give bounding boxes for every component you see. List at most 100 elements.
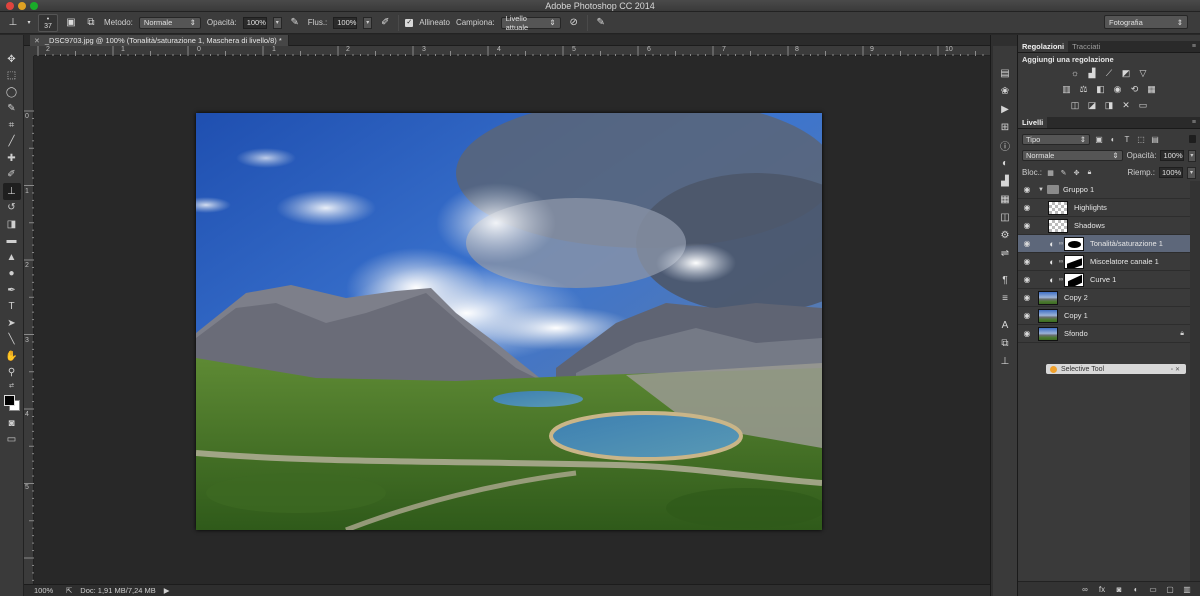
hue-saturation-icon[interactable]: ▥	[1061, 83, 1073, 95]
layer-opacity-input[interactable]: 100%	[1160, 150, 1184, 161]
panel-menu-icon[interactable]: ≡	[1192, 43, 1196, 50]
blend-mode-select[interactable]: Normale ⇕	[1022, 150, 1123, 161]
color-lookup-icon[interactable]: ▦	[1146, 83, 1158, 95]
layer-mask-thumbnail[interactable]	[1064, 272, 1084, 287]
smart-object-filter-icon[interactable]: ▤	[1150, 134, 1160, 144]
properties-panel-icon[interactable]: ⇌	[996, 246, 1014, 261]
clone-source-panel-icon[interactable]: ⊥	[996, 354, 1014, 369]
lasso-tool-icon[interactable]: ◯	[3, 84, 21, 101]
panel-menu-icon[interactable]: ≡	[1192, 119, 1196, 126]
hand-tool-icon[interactable]: ✋	[3, 348, 21, 365]
history-brush-tool-icon[interactable]: ↺	[3, 200, 21, 217]
workspace-select[interactable]: Fotografia ⇕	[1104, 15, 1188, 29]
zoom-tool-icon[interactable]: ⚲	[3, 365, 21, 382]
styles-panel-icon[interactable]: ◫	[996, 210, 1014, 225]
curves-icon[interactable]: ⟋	[1103, 67, 1115, 79]
shape-filter-icon[interactable]: ⬚	[1136, 134, 1146, 144]
layer-filter-select[interactable]: Tipo ⇕	[1022, 133, 1090, 145]
opacity-slider-toggle[interactable]: ▾	[272, 16, 282, 29]
default-colors-icon[interactable]: ⇄	[3, 381, 21, 389]
chevron-down-icon[interactable]: ▾	[26, 16, 32, 30]
brush-panel-icon[interactable]: ▣	[64, 16, 78, 30]
clone-stamp-tool-icon[interactable]: ⊥	[2, 183, 21, 200]
channels-panel-icon[interactable]: ≡	[996, 291, 1014, 306]
ruler-origin[interactable]	[24, 46, 34, 56]
eye-icon[interactable]: ◉	[1022, 185, 1032, 195]
layer-row-group-1[interactable]: ◉ ▼ Gruppo 1	[1018, 181, 1190, 199]
pressure-size-icon[interactable]: ✎	[594, 16, 608, 30]
horizontal-ruler[interactable]: 2 1 0 1 2 3 4 5 6 7 8 9 10	[34, 46, 990, 56]
document-image[interactable]	[196, 113, 822, 530]
move-tool-icon[interactable]: ✥	[3, 51, 21, 68]
brush-size-picker[interactable]: • 37	[38, 13, 58, 32]
flow-slider-toggle[interactable]: ▾	[363, 16, 373, 29]
paragraph-panel-icon[interactable]: ¶	[996, 273, 1014, 288]
eye-icon[interactable]: ◉	[1022, 311, 1032, 321]
pressure-opacity-icon[interactable]: ✎	[288, 16, 302, 30]
gradient-map-icon[interactable]: ▭	[1137, 99, 1149, 111]
tab-adjustments[interactable]: Regolazioni	[1018, 41, 1069, 52]
layer-row-hue-saturation[interactable]: ◉ ◐ ∞ Tonalità/saturazione 1	[1018, 235, 1190, 253]
delete-layer-icon[interactable]: ▥	[1182, 584, 1192, 594]
pen-tool-icon[interactable]: ✒	[3, 282, 21, 299]
swatches-panel-icon[interactable]: ▦	[996, 192, 1014, 207]
filter-toggle[interactable]	[1189, 135, 1196, 143]
layer-row-background[interactable]: ◉ Sfondo 🔒︎	[1018, 325, 1190, 343]
ignore-adjustment-layers-icon[interactable]: ⊘	[567, 16, 581, 30]
add-mask-icon[interactable]: ◙	[1114, 584, 1124, 594]
new-group-icon[interactable]: ▭	[1148, 584, 1158, 594]
close-icon[interactable]: ✕	[34, 37, 40, 45]
document-tab[interactable]: ✕ _DSC9703.jpg @ 100% (Tonalità/saturazi…	[30, 35, 289, 46]
link-layers-icon[interactable]: ∞	[1080, 584, 1090, 594]
clone-stamp-tool-preset-icon[interactable]: ⊥	[6, 16, 20, 30]
fill-input[interactable]: 100%	[1159, 167, 1183, 178]
color-panel-icon[interactable]: ❀	[996, 84, 1014, 99]
adjustment-filter-icon[interactable]: ◐	[1108, 134, 1118, 144]
crop-tool-icon[interactable]: ⌗	[3, 117, 21, 134]
navigator-panel-icon[interactable]: ◐	[996, 156, 1014, 171]
eye-icon[interactable]: ◉	[1022, 275, 1032, 285]
layer-row-copy-2[interactable]: ◉ Copy 2	[1018, 289, 1190, 307]
eye-icon[interactable]: ◉	[1022, 221, 1032, 231]
vibrance-icon[interactable]: ▽	[1137, 67, 1149, 79]
layer-style-icon[interactable]: fx	[1097, 584, 1107, 594]
fill-slider-toggle[interactable]: ▾	[1187, 166, 1196, 179]
layer-comps-panel-icon[interactable]: ⧉	[996, 336, 1014, 351]
layer-opacity-slider-toggle[interactable]: ▾	[1187, 149, 1196, 162]
quick-mask-icon[interactable]: ◙	[3, 415, 21, 432]
foreground-color-swatch[interactable]	[3, 395, 15, 406]
path-selection-tool-icon[interactable]: ➤	[3, 315, 21, 332]
selective-color-icon[interactable]: ✕	[1120, 99, 1132, 111]
gradient-tool-icon[interactable]: ▬	[3, 233, 21, 250]
airbrush-icon[interactable]: ✐	[378, 16, 392, 30]
eye-icon[interactable]: ◉	[1022, 203, 1032, 213]
clone-source-panel-icon[interactable]: ⧉	[84, 16, 98, 30]
lock-position-icon[interactable]: ✥	[1072, 168, 1081, 177]
type-filter-icon[interactable]: T	[1122, 134, 1132, 144]
eye-icon[interactable]: ◉	[1022, 239, 1032, 249]
dodge-tool-icon[interactable]: ●	[3, 266, 21, 283]
eyedropper-tool-icon[interactable]: ╱	[3, 134, 21, 151]
posterize-icon[interactable]: ◪	[1086, 99, 1098, 111]
color-balance-icon[interactable]: ⚖	[1078, 83, 1090, 95]
layer-row-curves[interactable]: ◉ ◐ ∞ Curve 1	[1018, 271, 1190, 289]
eye-icon[interactable]: ◉	[1022, 329, 1032, 339]
photo-filter-icon[interactable]: ◉	[1112, 83, 1124, 95]
blur-tool-icon[interactable]: ▲	[3, 249, 21, 266]
layer-mask-thumbnail[interactable]	[1064, 254, 1084, 269]
selective-tool-panel[interactable]: Selective Tool ▫✕	[1046, 364, 1186, 374]
quick-selection-tool-icon[interactable]: ✎	[3, 101, 21, 118]
vertical-ruler[interactable]: 0 1 2 3 4 5	[24, 56, 34, 584]
exposure-icon[interactable]: ◩	[1120, 67, 1132, 79]
disclosure-triangle-icon[interactable]: ▼	[1038, 187, 1044, 193]
aligned-checkbox[interactable]: ✓	[405, 18, 414, 27]
layer-mask-thumbnail[interactable]	[1064, 236, 1084, 251]
opacity-input[interactable]: 100%	[242, 16, 267, 29]
color-swatches[interactable]	[3, 393, 21, 415]
zoom-level[interactable]: 100%	[34, 586, 58, 595]
info-panel-icon[interactable]: ⓘ	[996, 138, 1014, 153]
character-panel-icon[interactable]: A	[996, 318, 1014, 333]
eye-icon[interactable]: ◉	[1022, 293, 1032, 303]
sample-select[interactable]: Livello attuale ⇕	[500, 14, 561, 32]
history-panel-icon[interactable]: ▤	[996, 66, 1014, 81]
